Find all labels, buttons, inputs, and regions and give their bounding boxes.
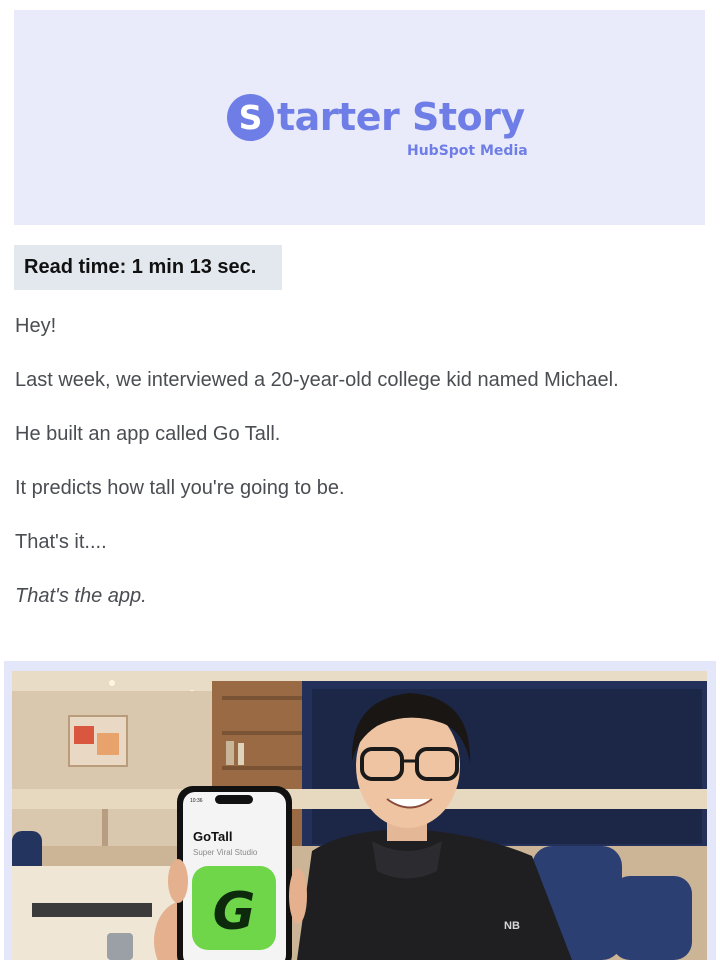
finger: [289, 868, 307, 924]
article-body: Hey! Last week, we interviewed a 20-year…: [15, 310, 655, 634]
painting-detail: [97, 733, 119, 755]
paragraph: He built an app called Go Tall.: [15, 423, 281, 445]
app-icon-letter: G: [213, 882, 256, 942]
finger: [168, 859, 188, 903]
paragraph: Hey!: [15, 315, 57, 337]
app-name: GoTall: [193, 829, 232, 844]
keyboard: [32, 903, 152, 917]
shelf: [222, 766, 312, 770]
header-banner: S tarter Story HubSpot Media: [14, 10, 705, 225]
paragraph-italic: That's the app.: [15, 585, 147, 607]
phone-notch: [215, 795, 253, 804]
cup: [107, 933, 133, 960]
starter-story-logo[interactable]: S tarter Story HubSpot Media: [227, 92, 528, 164]
ceiling-light: [109, 680, 115, 686]
logo-wordmark: tarter Story: [277, 95, 525, 139]
table-top: [12, 789, 707, 809]
app-subtitle: Super Viral Studio: [193, 848, 258, 857]
book: [226, 741, 234, 765]
shelf: [222, 696, 312, 700]
chair: [612, 876, 692, 960]
table-leg: [102, 809, 108, 849]
paragraph: Last week, we interviewed a 20-year-old …: [15, 369, 619, 391]
logo-subtitle: HubSpot Media: [407, 143, 528, 159]
painting-detail: [74, 726, 94, 744]
paragraph: It predicts how tall you're going to be.: [15, 477, 345, 499]
phone-time: 10:36: [190, 798, 203, 804]
shelf: [222, 731, 312, 735]
logo-s-icon: S: [227, 94, 274, 141]
read-time-badge: Read time: 1 min 13 sec.: [14, 245, 282, 290]
photo-illustration: NB 10:36 GoTall Super Viral Studio G: [12, 671, 707, 960]
jacket-badge: NB: [504, 920, 520, 932]
article-photo[interactable]: NB 10:36 GoTall Super Viral Studio G: [12, 671, 707, 960]
paragraph: That's it....: [15, 531, 107, 553]
book: [238, 743, 244, 765]
